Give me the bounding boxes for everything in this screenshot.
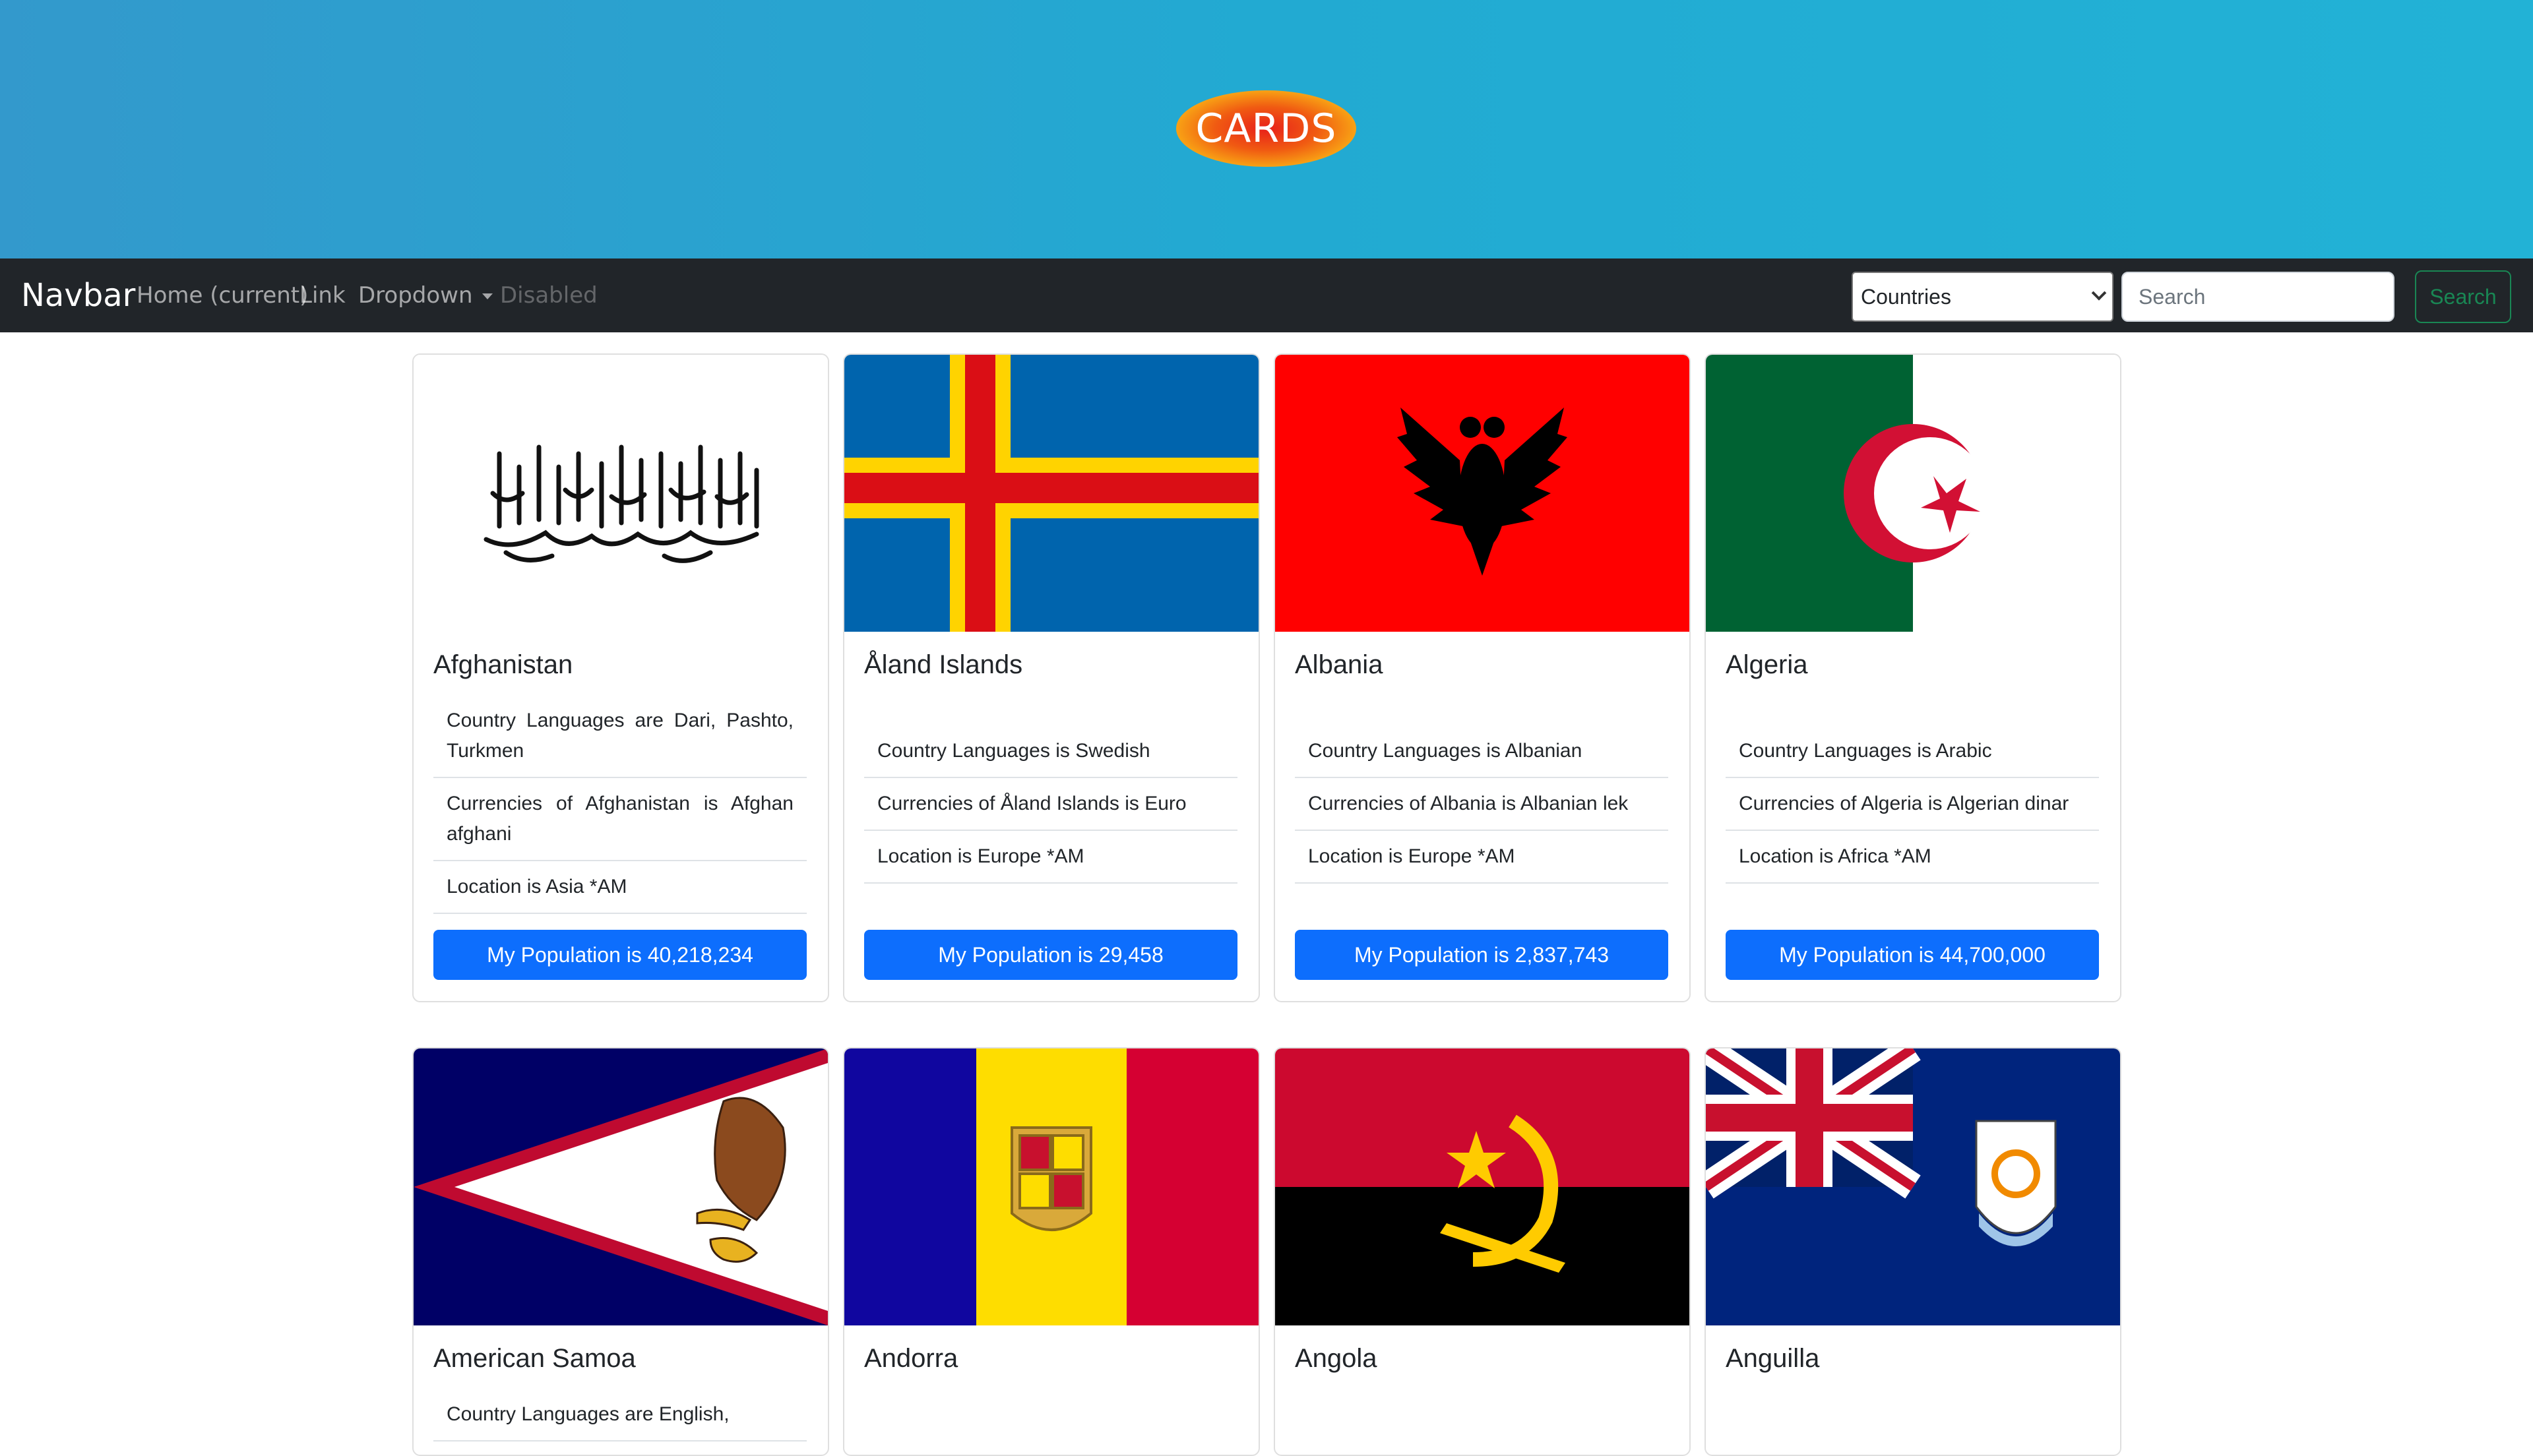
nav-link-home[interactable]: Home (current) — [137, 282, 308, 309]
country-card: Algeria Country Languages is Arabic Curr… — [1704, 353, 2121, 1002]
flag-anguilla-image — [1706, 1048, 2120, 1325]
nav-link-disabled: Disabled — [500, 282, 598, 309]
flag-albania-image — [1275, 355, 1689, 632]
population-button[interactable]: My Population is 40,218,234 — [433, 930, 807, 980]
languages-item: Country Languages is Albanian — [1295, 725, 1668, 778]
country-card: Albania Country Languages is Albanian Cu… — [1274, 353, 1691, 1002]
nav-dropdown[interactable]: Dropdown — [358, 282, 493, 309]
search-input[interactable] — [2121, 272, 2394, 322]
caret-down-icon — [482, 293, 493, 299]
card-title: Albania — [1295, 650, 1383, 679]
country-card: American Samoa Country Languages are Eng… — [412, 1047, 829, 1456]
card-title: American Samoa — [433, 1344, 636, 1373]
category-select[interactable]: Countries — [1852, 272, 2113, 322]
country-card: Åland Islands Country Languages is Swedi… — [843, 353, 1260, 1002]
flag-afghanistan-image — [414, 355, 828, 632]
country-card: Andorra — [843, 1047, 1260, 1456]
languages-item: Country Languages are Dari, Pashto, Turk… — [433, 695, 807, 778]
languages-item: Country Languages is Swedish — [864, 725, 1237, 778]
card-title: Angola — [1295, 1344, 1377, 1373]
location-item: Location is Asia *AM — [433, 861, 807, 914]
info-list: Country Languages is Swedish Currencies … — [864, 725, 1237, 884]
flag-algeria-image — [1706, 355, 2120, 632]
location-item: Location is Europe *AM — [1295, 831, 1668, 884]
nav-link-link[interactable]: Link — [299, 282, 346, 309]
info-list: Country Languages are Dari, Pashto, Turk… — [433, 695, 807, 914]
currencies-item: Currencies of Algeria is Algerian dinar — [1726, 778, 2099, 831]
flag-angola-image — [1275, 1048, 1689, 1325]
search-button[interactable]: Search — [2415, 270, 2511, 323]
population-button[interactable]: My Population is 29,458 — [864, 930, 1237, 980]
cards-logo: CARDS — [1176, 90, 1356, 167]
info-list: Country Languages are English, — [433, 1389, 807, 1441]
card-title: Åland Islands — [864, 650, 1023, 679]
card-title: Andorra — [864, 1344, 958, 1373]
population-button[interactable]: My Population is 44,700,000 — [1726, 930, 2099, 980]
flag-aland-islands-image — [844, 355, 1259, 632]
flag-american-samoa-image — [414, 1048, 828, 1325]
location-item: Location is Europe *AM — [864, 831, 1237, 884]
currencies-item: Currencies of Albania is Albanian lek — [1295, 778, 1668, 831]
navbar-brand[interactable]: Navbar — [21, 277, 135, 314]
languages-item: Country Languages is Arabic — [1726, 725, 2099, 778]
info-list: Country Languages is Albanian Currencies… — [1295, 725, 1668, 884]
card-title: Algeria — [1726, 650, 1808, 679]
logo-text: CARDS — [1195, 106, 1337, 152]
info-list: Country Languages is Arabic Currencies o… — [1726, 725, 2099, 884]
languages-item: Country Languages are English, — [433, 1389, 807, 1441]
population-button[interactable]: My Population is 2,837,743 — [1295, 930, 1668, 980]
nav-dropdown-label: Dropdown — [358, 282, 473, 309]
country-card: Anguilla — [1704, 1047, 2121, 1456]
category-select-value: Countries — [1861, 284, 1951, 309]
currencies-item: Currencies of Afghanistan is Afghan afgh… — [433, 778, 807, 861]
flag-andorra-image — [844, 1048, 1259, 1325]
location-item: Location is Africa *AM — [1726, 831, 2099, 884]
navbar: Navbar Home (current) Link Dropdown Disa… — [0, 258, 2533, 332]
chevron-down-icon — [2091, 286, 2107, 301]
country-card: Angola — [1274, 1047, 1691, 1456]
card-title: Anguilla — [1726, 1344, 1820, 1373]
currencies-item: Currencies of Åland Islands is Euro — [864, 778, 1237, 831]
hero-banner: CARDS — [0, 0, 2533, 258]
country-card: Afghanistan Country Languages are Dari, … — [412, 353, 829, 1002]
card-title: Afghanistan — [433, 650, 573, 679]
